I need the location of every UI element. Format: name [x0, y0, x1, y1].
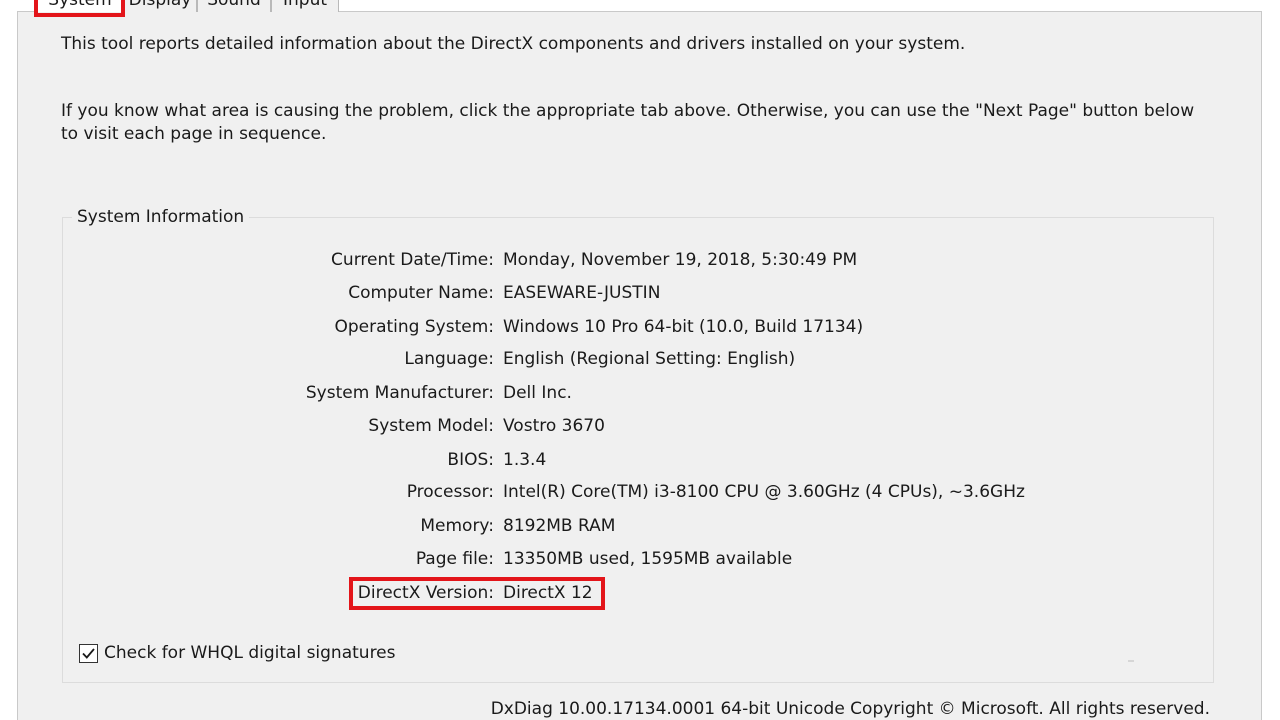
info-row-computer-name: Computer Name: EASEWARE-JUSTIN: [0, 281, 1280, 305]
whql-checkbox[interactable]: Check for WHQL digital signatures: [79, 641, 396, 665]
info-row-processor: Processor: Intel(R) Core(TM) i3-8100 CPU…: [0, 480, 1280, 504]
info-value: English (Regional Setting: English): [503, 349, 796, 369]
info-label: Memory:: [420, 516, 494, 536]
info-label: Operating System:: [334, 317, 494, 337]
info-value: Monday, November 19, 2018, 5:30:49 PM: [503, 250, 858, 270]
info-row-page-file: Page file: 13350MB used, 1595MB availabl…: [0, 547, 1280, 571]
info-label: Page file:: [415, 549, 494, 569]
checkbox-box[interactable]: [79, 643, 98, 663]
system-information-title: System Information: [72, 206, 250, 228]
info-value: 1.3.4: [503, 450, 547, 470]
info-row-language: Language: English (Regional Setting: Eng…: [0, 347, 1280, 371]
info-value: Vostro 3670: [503, 416, 605, 436]
info-value: EASEWARE-JUSTIN: [503, 283, 661, 303]
info-value: 8192MB RAM: [503, 516, 616, 536]
info-label: Language:: [404, 349, 494, 369]
info-row-operating-system: Operating System: Windows 10 Pro 64-bit …: [0, 315, 1280, 339]
checkmark-icon: [82, 647, 95, 659]
info-label: BIOS:: [447, 450, 494, 470]
info-label: Computer Name:: [348, 283, 494, 303]
tab-system[interactable]: System: [37, 0, 123, 12]
info-label: Current Date/Time:: [331, 250, 494, 270]
info-label: System Model:: [368, 416, 494, 436]
tab-display[interactable]: Display: [123, 0, 197, 12]
copyright-footer: DxDiag 10.00.17134.0001 64-bit Unicode C…: [490, 699, 1210, 719]
info-label: System Manufacturer:: [305, 383, 494, 403]
resize-grip: [1128, 660, 1134, 662]
info-value: Dell Inc.: [503, 383, 572, 403]
info-label: Processor:: [406, 482, 494, 502]
info-value: Intel(R) Core(TM) i3-8100 CPU @ 3.60GHz …: [503, 482, 1025, 502]
info-row-current-date-time: Current Date/Time: Monday, November 19, …: [0, 248, 1280, 272]
intro-text: This tool reports detailed information a…: [61, 34, 966, 54]
info-row-memory: Memory: 8192MB RAM: [0, 514, 1280, 538]
tab-sound[interactable]: Sound: [197, 0, 271, 12]
whql-label: Check for WHQL digital signatures: [104, 643, 396, 663]
info-row-system-manufacturer: System Manufacturer: Dell Inc.: [0, 381, 1280, 405]
info-row-bios: BIOS: 1.3.4: [0, 448, 1280, 472]
tab-strip: System Display Sound Input: [17, 0, 1262, 14]
info-value: 13350MB used, 1595MB available: [503, 549, 793, 569]
info-label: DirectX Version:: [357, 583, 494, 603]
info-row-system-model: System Model: Vostro 3670: [0, 414, 1280, 438]
tab-input[interactable]: Input: [271, 0, 339, 12]
instructions-text: If you know what area is causing the pro…: [61, 101, 1195, 144]
dxdiag-window: System Display Sound Input This tool rep…: [0, 0, 1280, 720]
info-row-directx-version: DirectX Version: DirectX 12: [0, 581, 1280, 605]
info-value: DirectX 12: [503, 583, 593, 603]
info-value: Windows 10 Pro 64-bit (10.0, Build 17134…: [503, 317, 864, 337]
